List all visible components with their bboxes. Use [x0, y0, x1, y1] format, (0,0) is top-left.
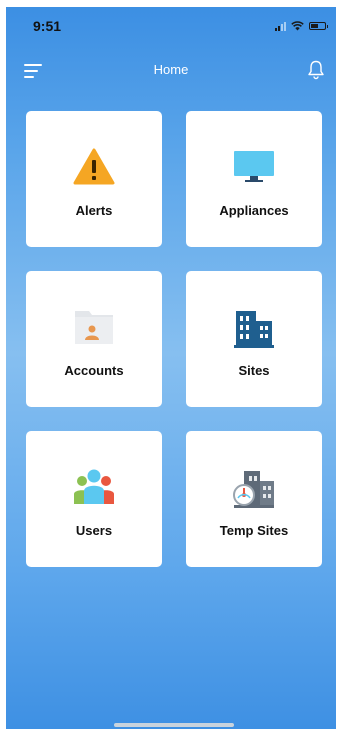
notifications-button[interactable]: [306, 59, 326, 81]
status-time: 9:51: [33, 18, 62, 34]
tile-label: Temp Sites: [219, 523, 289, 538]
building-icon: [186, 305, 322, 349]
user-group-icon: [26, 465, 162, 509]
folder-user-icon: [26, 305, 162, 349]
status-bar: 9:51: [6, 7, 336, 41]
battery-level: [311, 24, 318, 28]
wifi-icon: [291, 21, 304, 31]
bell-icon: [308, 60, 324, 80]
tile-temp-sites[interactable]: Temp Sites: [186, 431, 322, 567]
tile-label: Users: [75, 523, 113, 538]
home-indicator[interactable]: [114, 723, 234, 727]
app-screen: 9:51 Home Alerts Appliances Accounts Sit…: [6, 7, 336, 729]
tile-label: Appliances: [219, 203, 289, 218]
tile-sites[interactable]: Sites: [186, 271, 322, 407]
tile-label: Alerts: [75, 203, 113, 218]
building-thermometer-icon: [186, 465, 322, 509]
status-icons: [275, 21, 328, 31]
tile-accounts[interactable]: Accounts: [26, 271, 162, 407]
tile-alerts[interactable]: Alerts: [26, 111, 162, 247]
warning-icon: [26, 145, 162, 189]
monitor-icon: [186, 145, 322, 189]
tile-label: Accounts: [64, 363, 124, 378]
nav-bar: Home: [6, 53, 336, 87]
tile-users[interactable]: Users: [26, 431, 162, 567]
page-title: Home: [153, 62, 189, 77]
battery-icon: [309, 22, 328, 30]
cellular-signal-icon: [275, 21, 286, 31]
tile-appliances[interactable]: Appliances: [186, 111, 322, 247]
tile-label: Sites: [238, 363, 270, 378]
